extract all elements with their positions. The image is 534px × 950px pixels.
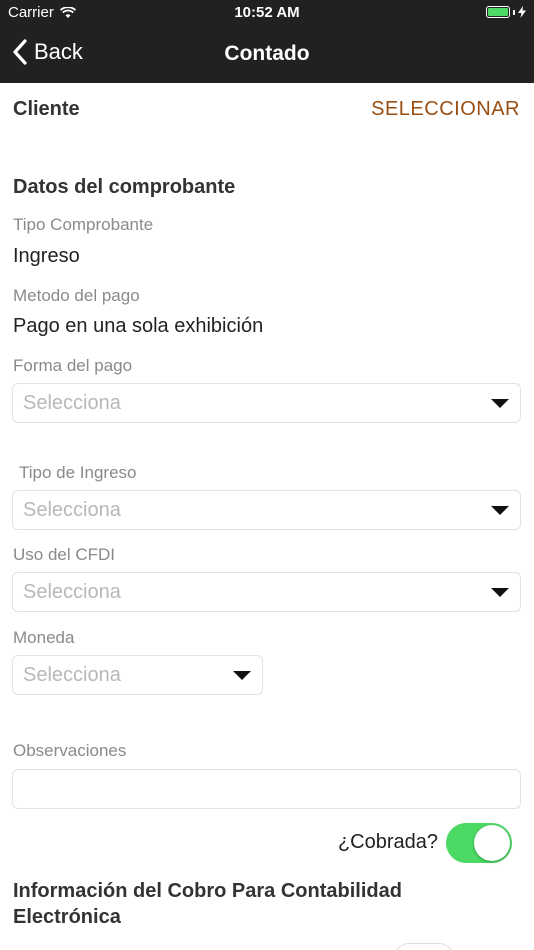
tipo-ingreso-label: Tipo de Ingreso	[19, 463, 137, 482]
tipo-comprobante-value: Ingreso	[13, 245, 80, 267]
charging-icon	[518, 6, 526, 18]
status-time: 10:52 AM	[234, 4, 300, 21]
cobrada-toggle[interactable]	[446, 823, 512, 863]
toggle-knob	[474, 825, 510, 861]
forma-pago-placeholder: Selecciona	[23, 392, 121, 414]
moneda-select[interactable]: Selecciona	[12, 655, 263, 695]
cliente-label: Cliente	[13, 98, 80, 120]
navigation-bar: Back Contado	[0, 26, 534, 83]
metodo-pago-value: Pago en una sola exhibición	[13, 315, 264, 337]
dropdown-arrow-icon	[233, 671, 251, 680]
partial-toggle[interactable]	[394, 943, 454, 950]
tipo-comprobante-label: Tipo Comprobante	[13, 215, 154, 234]
battery-icon	[486, 6, 526, 18]
uso-cfdi-label: Uso del CFDI	[13, 545, 116, 564]
status-bar: Carrier 10:52 AM	[0, 0, 534, 26]
section-title-cobro: Información del Cobro Para Contabilidad …	[13, 880, 402, 928]
dropdown-arrow-icon	[491, 399, 509, 408]
observaciones-label: Observaciones	[13, 741, 127, 760]
select-client-button[interactable]: SELECCIONAR	[371, 98, 520, 121]
metodo-pago-label: Metodo del pago	[13, 286, 140, 305]
tipo-ingreso-select[interactable]: Selecciona	[12, 490, 521, 530]
page-title: Contado	[224, 42, 310, 65]
section-title-comprobante: Datos del comprobante	[13, 176, 236, 198]
uso-cfdi-select[interactable]: Selecciona	[12, 572, 521, 612]
dropdown-arrow-icon	[491, 506, 509, 515]
cobrada-label: ¿Cobrada?	[337, 831, 438, 853]
forma-pago-label: Forma del pago	[13, 356, 133, 375]
uso-cfdi-placeholder: Selecciona	[23, 581, 121, 603]
dropdown-arrow-icon	[491, 588, 509, 597]
tipo-ingreso-placeholder: Selecciona	[23, 499, 121, 521]
observaciones-input[interactable]	[12, 769, 521, 809]
moneda-label: Moneda	[13, 628, 75, 647]
forma-pago-select[interactable]: Selecciona	[12, 383, 521, 423]
moneda-placeholder: Selecciona	[23, 664, 121, 686]
